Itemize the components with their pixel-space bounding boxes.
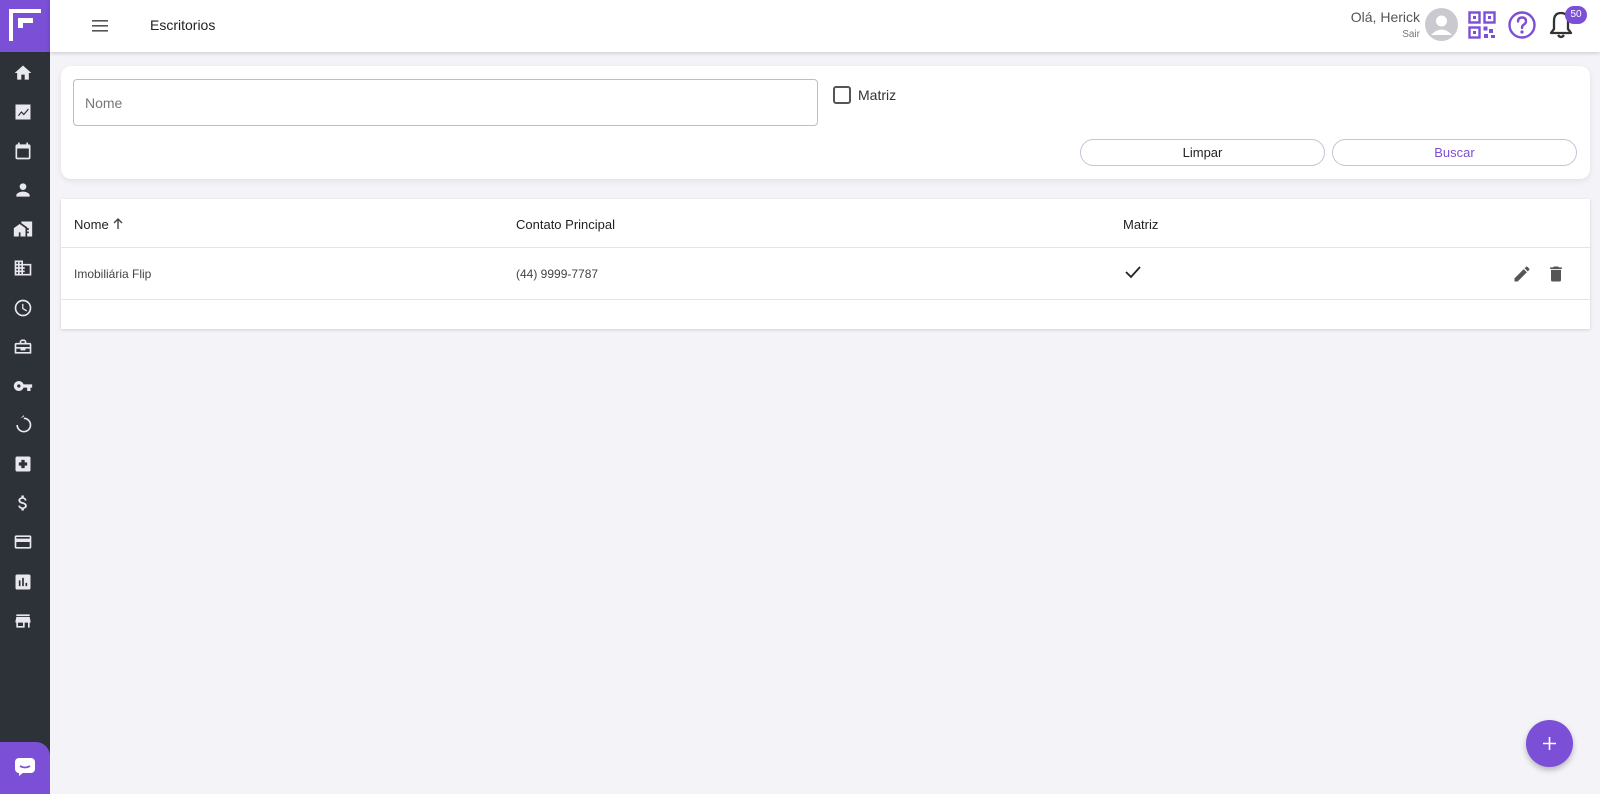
briefcase-icon (14, 339, 32, 354)
menu-icon (92, 20, 108, 32)
bar-chart-icon (15, 574, 31, 590)
name-input[interactable] (73, 79, 818, 126)
sidebar-item-history[interactable] (13, 298, 33, 318)
plus-icon (1543, 737, 1556, 750)
sidebar (0, 0, 50, 794)
logo[interactable] (0, 0, 50, 52)
offices-table: Nome Contato Principal Matriz Imobiliári… (61, 199, 1590, 329)
clock-icon (14, 299, 32, 317)
row-divider (61, 299, 1590, 300)
page-title: Escritorios (150, 17, 216, 33)
trending-chart-icon (15, 104, 31, 120)
sidebar-item-home[interactable] (13, 63, 33, 83)
sort-ascending-icon[interactable] (111, 217, 125, 231)
search-button[interactable]: Buscar (1332, 139, 1577, 166)
cell-contato: (44) 9999-7787 (516, 267, 599, 281)
notification-badge: 50 (1565, 6, 1587, 24)
menu-button[interactable] (88, 15, 112, 37)
brand-logo-icon (9, 9, 41, 41)
filter-panel: Matriz Limpar Buscar (61, 66, 1590, 179)
store-icon (15, 614, 31, 628)
user-avatar-icon (1431, 15, 1452, 35)
avatar[interactable] (1425, 8, 1458, 41)
edit-icon[interactable] (1512, 264, 1532, 284)
delete-icon[interactable] (1546, 264, 1566, 284)
qr-code-icon (1468, 11, 1496, 39)
logout-link[interactable]: Sair (1402, 29, 1420, 40)
dollar-icon (18, 495, 27, 511)
help-icon (1508, 11, 1536, 39)
sidebar-item-keys[interactable] (13, 376, 33, 396)
cell-nome: Imobiliária Flip (74, 267, 152, 281)
chat-button[interactable] (0, 742, 50, 794)
sidebar-item-buildings[interactable] (13, 258, 33, 278)
column-header-contato[interactable]: Contato Principal (516, 217, 615, 232)
sidebar-item-payments[interactable] (13, 532, 33, 552)
column-header-nome[interactable]: Nome (74, 217, 109, 232)
medical-box-icon (15, 456, 31, 472)
check-icon (1125, 266, 1141, 279)
sidebar-item-finance[interactable] (13, 493, 33, 513)
header-divider (61, 247, 1590, 248)
sidebar-item-renewals[interactable] (13, 415, 33, 435)
qr-code-button[interactable] (1468, 11, 1496, 39)
sidebar-item-dashboard[interactable] (13, 102, 33, 122)
matriz-checkbox[interactable] (833, 86, 851, 104)
person-icon (16, 183, 30, 197)
user-greeting: Olá, Herick (1350, 9, 1420, 25)
home-icon (14, 65, 32, 80)
sidebar-item-properties[interactable] (13, 219, 33, 239)
sidebar-item-business[interactable] (13, 337, 33, 357)
sidebar-item-reports[interactable] (13, 572, 33, 592)
matriz-label[interactable]: Matriz (858, 87, 896, 103)
help-button[interactable] (1507, 10, 1537, 40)
column-header-matriz[interactable]: Matriz (1123, 217, 1158, 232)
add-office-button[interactable] (1526, 720, 1573, 767)
chat-icon (15, 758, 35, 776)
clear-button[interactable]: Limpar (1080, 139, 1325, 166)
sidebar-item-offices[interactable] (13, 611, 33, 631)
sidebar-item-calendar[interactable] (13, 141, 33, 161)
calendar-icon (15, 142, 31, 160)
key-icon (13, 381, 33, 391)
property-icon (13, 221, 33, 237)
building-icon (14, 260, 32, 276)
sidebar-item-inspections[interactable] (13, 454, 33, 474)
top-header: Escritorios Olá, Herick Sair 50 (50, 0, 1600, 52)
sidebar-item-people[interactable] (13, 180, 33, 200)
credit-card-icon (14, 535, 32, 549)
renew-icon (16, 415, 32, 433)
